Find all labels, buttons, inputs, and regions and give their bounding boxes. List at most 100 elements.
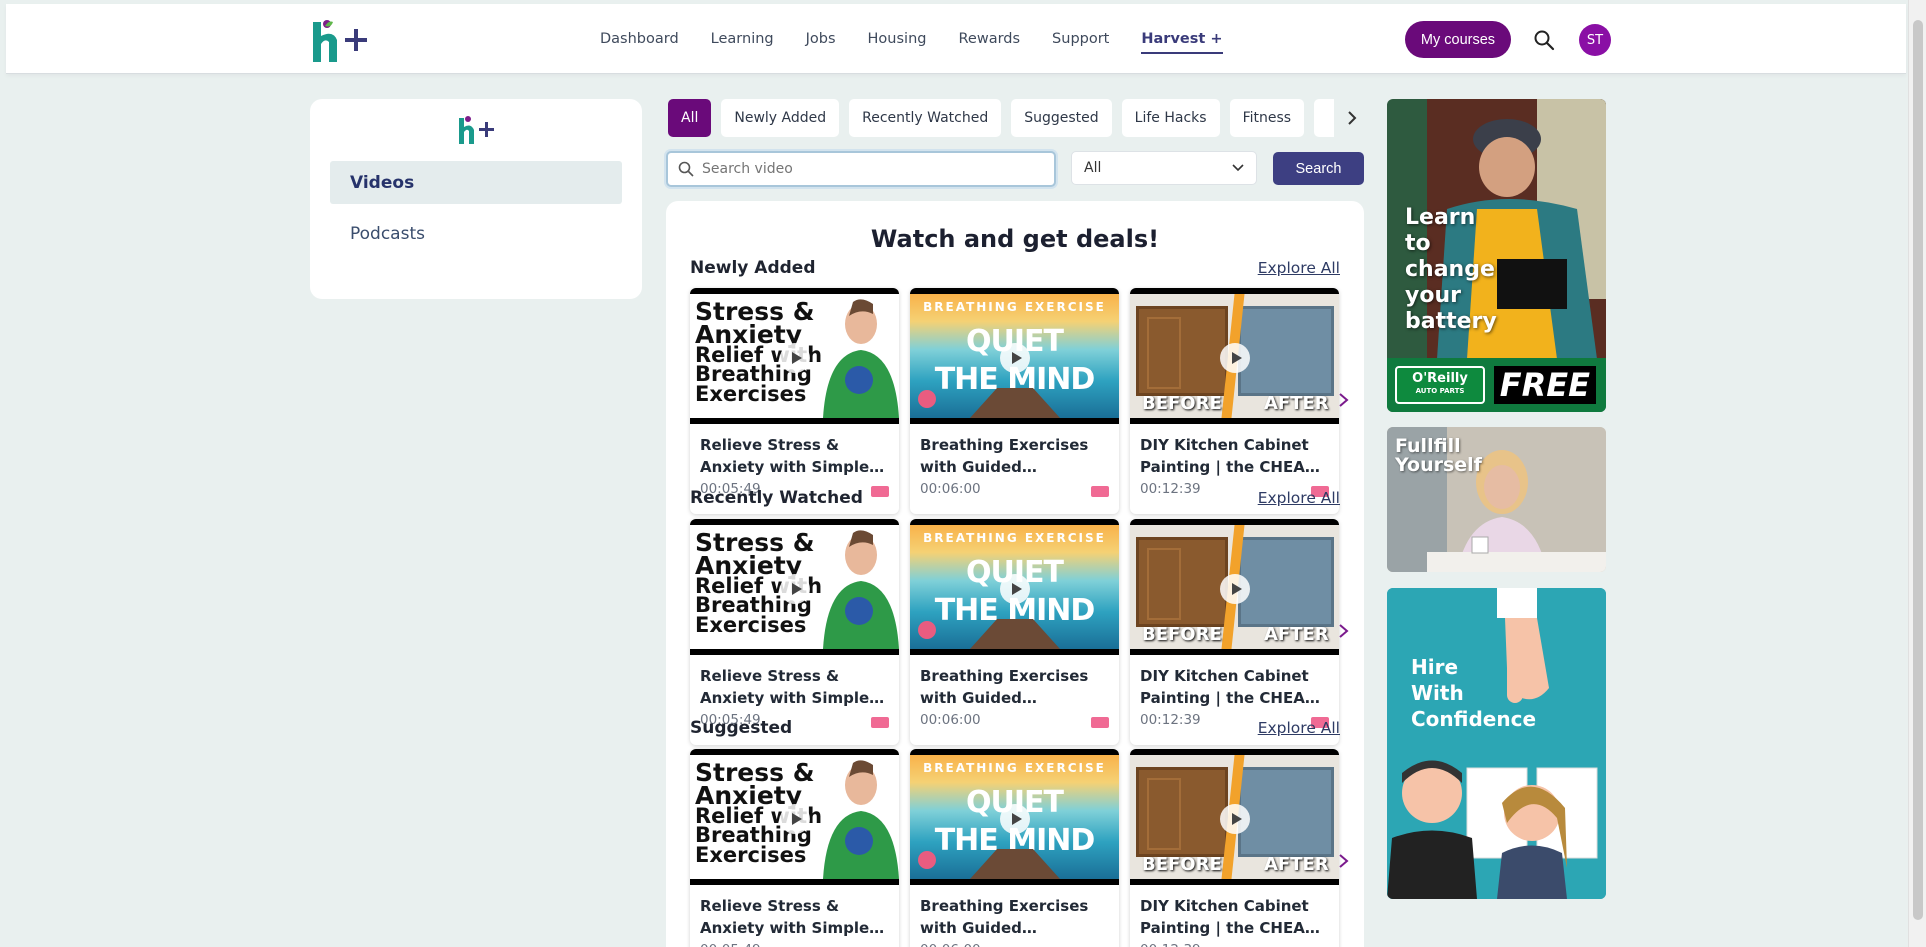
video-duration: 00:12:39 (1140, 712, 1201, 728)
section-title: Recently Watched (690, 488, 863, 508)
ad-fullfill-yourself[interactable]: Fullfill Yourself (1387, 427, 1606, 572)
video-card[interactable]: BREATHING EXERCISE QUIET THE MIND Breathing… (910, 519, 1119, 745)
harvest-plus-logo[interactable] (309, 18, 369, 64)
play-icon[interactable] (1220, 574, 1250, 604)
video-card[interactable]: Stress & Anxiety Relief with Breathing Exerc… (690, 519, 899, 745)
chevron-down-icon (1232, 164, 1244, 172)
video-thumbnail[interactable]: BREATHING EXERCISE QUIET THE MIND (910, 749, 1119, 885)
video-duration: 00:06:00 (920, 942, 981, 947)
main-nav: Dashboard Learning Jobs Housing Rewards … (600, 4, 1255, 74)
video-thumbnail[interactable]: BEFORE AFTER (1130, 288, 1339, 424)
section-title: Suggested (690, 718, 793, 738)
search-icon[interactable] (1532, 28, 1556, 52)
nav-jobs[interactable]: Jobs (806, 31, 836, 47)
play-icon[interactable] (1000, 343, 1030, 373)
play-icon[interactable] (780, 343, 810, 373)
chip-life-hacks[interactable]: Life Hacks (1121, 99, 1220, 137)
sidebar-item-podcasts[interactable]: Podcasts (330, 212, 622, 255)
nav-rewards[interactable]: Rewards (958, 31, 1020, 47)
ad-hire-with-confidence[interactable]: Hire With Confidence (1387, 588, 1606, 899)
nav-harvest-plus[interactable]: Harvest + (1141, 31, 1223, 54)
video-duration: 00:12:39 (1140, 942, 1201, 947)
video-thumbnail[interactable]: Stress & Anxiety Relief with Breathing Exerc… (690, 519, 899, 655)
video-title: DIY Kitchen Cabinet Painting | the CHEAP… (1140, 436, 1316, 476)
video-search-field (666, 151, 1056, 187)
video-row: Stress & Anxiety Relief with Breathing Exerc… (690, 519, 1350, 747)
chip-recently-watched[interactable]: Recently Watched (849, 99, 1002, 137)
sidebar-item-videos[interactable]: Videos (330, 161, 622, 204)
video-title: DIY Kitchen Cabinet Painting | the CHEAP… (1140, 897, 1316, 937)
video-thumbnail[interactable]: BREATHING EXERCISE QUIET THE MIND (910, 288, 1119, 424)
play-icon[interactable] (1220, 343, 1250, 373)
chevron-right-icon[interactable] (1336, 388, 1352, 412)
video-card[interactable]: BREATHING EXERCISE QUIET THE MIND Breathing… (910, 288, 1119, 514)
play-icon[interactable] (1000, 804, 1030, 834)
nav-dashboard[interactable]: Dashboard (600, 31, 679, 47)
video-title: Relieve Stress & Anxiety with Simple Bre… (700, 897, 870, 937)
chip-all[interactable]: All (668, 99, 712, 137)
category-chips: All Newly Added Recently Watched Suggest… (668, 99, 1352, 137)
deal-ticket-icon (1091, 486, 1109, 497)
video-title: Breathing Exercises with Guided Meditati… (920, 897, 1089, 937)
scrollbar-thumb[interactable] (1913, 20, 1923, 920)
video-title: Relieve Stress & Anxiety with Simple Bre… (700, 436, 870, 476)
explore-all-link[interactable]: Explore All (1258, 719, 1340, 737)
page-scrollbar[interactable] (1908, 0, 1926, 947)
video-duration: 00:06:00 (920, 712, 981, 728)
chevron-right-icon[interactable] (1336, 619, 1352, 643)
hiring-illustration (1387, 588, 1606, 899)
video-card[interactable]: Stress & Anxiety Relief with Breathing Exerc… (690, 749, 899, 947)
harvest-plus-small-logo (459, 116, 494, 144)
chip-fitness[interactable]: Fitness (1229, 99, 1305, 137)
search-button[interactable]: Search (1273, 152, 1364, 185)
video-panel: Watch and get deals! Newly Added Explore … (666, 201, 1364, 947)
category-select-value: All (1084, 160, 1102, 176)
user-avatar[interactable]: ST (1579, 24, 1611, 56)
ad-battery[interactable]: Learn to change your battery O'Reilly AUT… (1387, 99, 1606, 412)
chips-next-button[interactable] (1334, 99, 1370, 137)
video-thumbnail[interactable]: BREATHING EXERCISE QUIET THE MIND (910, 519, 1119, 655)
presenter-image (823, 299, 899, 418)
ad-hire-text: Hire With Confidence (1411, 655, 1537, 731)
video-card[interactable]: BREATHING EXERCISE QUIET THE MIND Breathing… (910, 749, 1119, 947)
ad-fullfill-text: Fullfill Yourself (1395, 435, 1482, 476)
chip-newly-added[interactable]: Newly Added (721, 99, 840, 137)
section-title: Newly Added (690, 258, 816, 278)
presenter-image (823, 530, 899, 649)
chevron-right-icon[interactable] (1336, 849, 1352, 873)
video-card[interactable]: BEFORE AFTER DIY Kitchen Cabinet Painting … (1130, 749, 1339, 947)
play-icon[interactable] (780, 804, 810, 834)
play-icon[interactable] (1220, 804, 1250, 834)
video-thumbnail[interactable]: BEFORE AFTER (1130, 749, 1339, 885)
explore-all-link[interactable]: Explore All (1258, 489, 1340, 507)
category-select[interactable]: All (1071, 151, 1257, 185)
panel-title: Watch and get deals! (870, 225, 1160, 253)
video-title: DIY Kitchen Cabinet Painting | the CHEAP… (1140, 667, 1316, 707)
nav-housing[interactable]: Housing (868, 31, 927, 47)
video-thumbnail[interactable]: BEFORE AFTER (1130, 519, 1339, 655)
ad-battery-text: Learn to change your battery (1405, 205, 1497, 334)
lungs-icon (918, 621, 936, 639)
video-duration: 00:06:00 (920, 481, 981, 497)
video-title: Breathing Exercises with Guided Meditati… (920, 436, 1089, 476)
my-courses-button[interactable]: My courses (1405, 21, 1511, 58)
video-title: Relieve Stress & Anxiety with Simple Bre… (700, 667, 870, 707)
nav-learning[interactable]: Learning (711, 31, 774, 47)
search-input[interactable] (702, 161, 1042, 177)
video-duration: 00:12:39 (1140, 481, 1201, 497)
play-icon[interactable] (780, 574, 810, 604)
video-card[interactable]: BEFORE AFTER DIY Kitchen Cabinet Painting … (1130, 519, 1339, 745)
presenter-image (823, 760, 899, 879)
chip-suggested[interactable]: Suggested (1011, 99, 1112, 137)
explore-all-link[interactable]: Explore All (1258, 259, 1340, 277)
ad-free-label: FREE (1493, 366, 1596, 404)
nav-support[interactable]: Support (1052, 31, 1109, 47)
play-icon[interactable] (1000, 574, 1030, 604)
media-sidebar: Videos Podcasts (310, 99, 642, 299)
lungs-icon (918, 390, 936, 408)
video-thumbnail[interactable]: Stress & Anxiety Relief with Breathing Exerc… (690, 288, 899, 424)
deal-ticket-icon (871, 486, 889, 497)
video-card[interactable]: Stress & Anxiety Relief with Breathing Exerc… (690, 288, 899, 514)
video-card[interactable]: BEFORE AFTER DIY Kitchen Cabinet Painting … (1130, 288, 1339, 514)
video-thumbnail[interactable]: Stress & Anxiety Relief with Breathing Exerc… (690, 749, 899, 885)
